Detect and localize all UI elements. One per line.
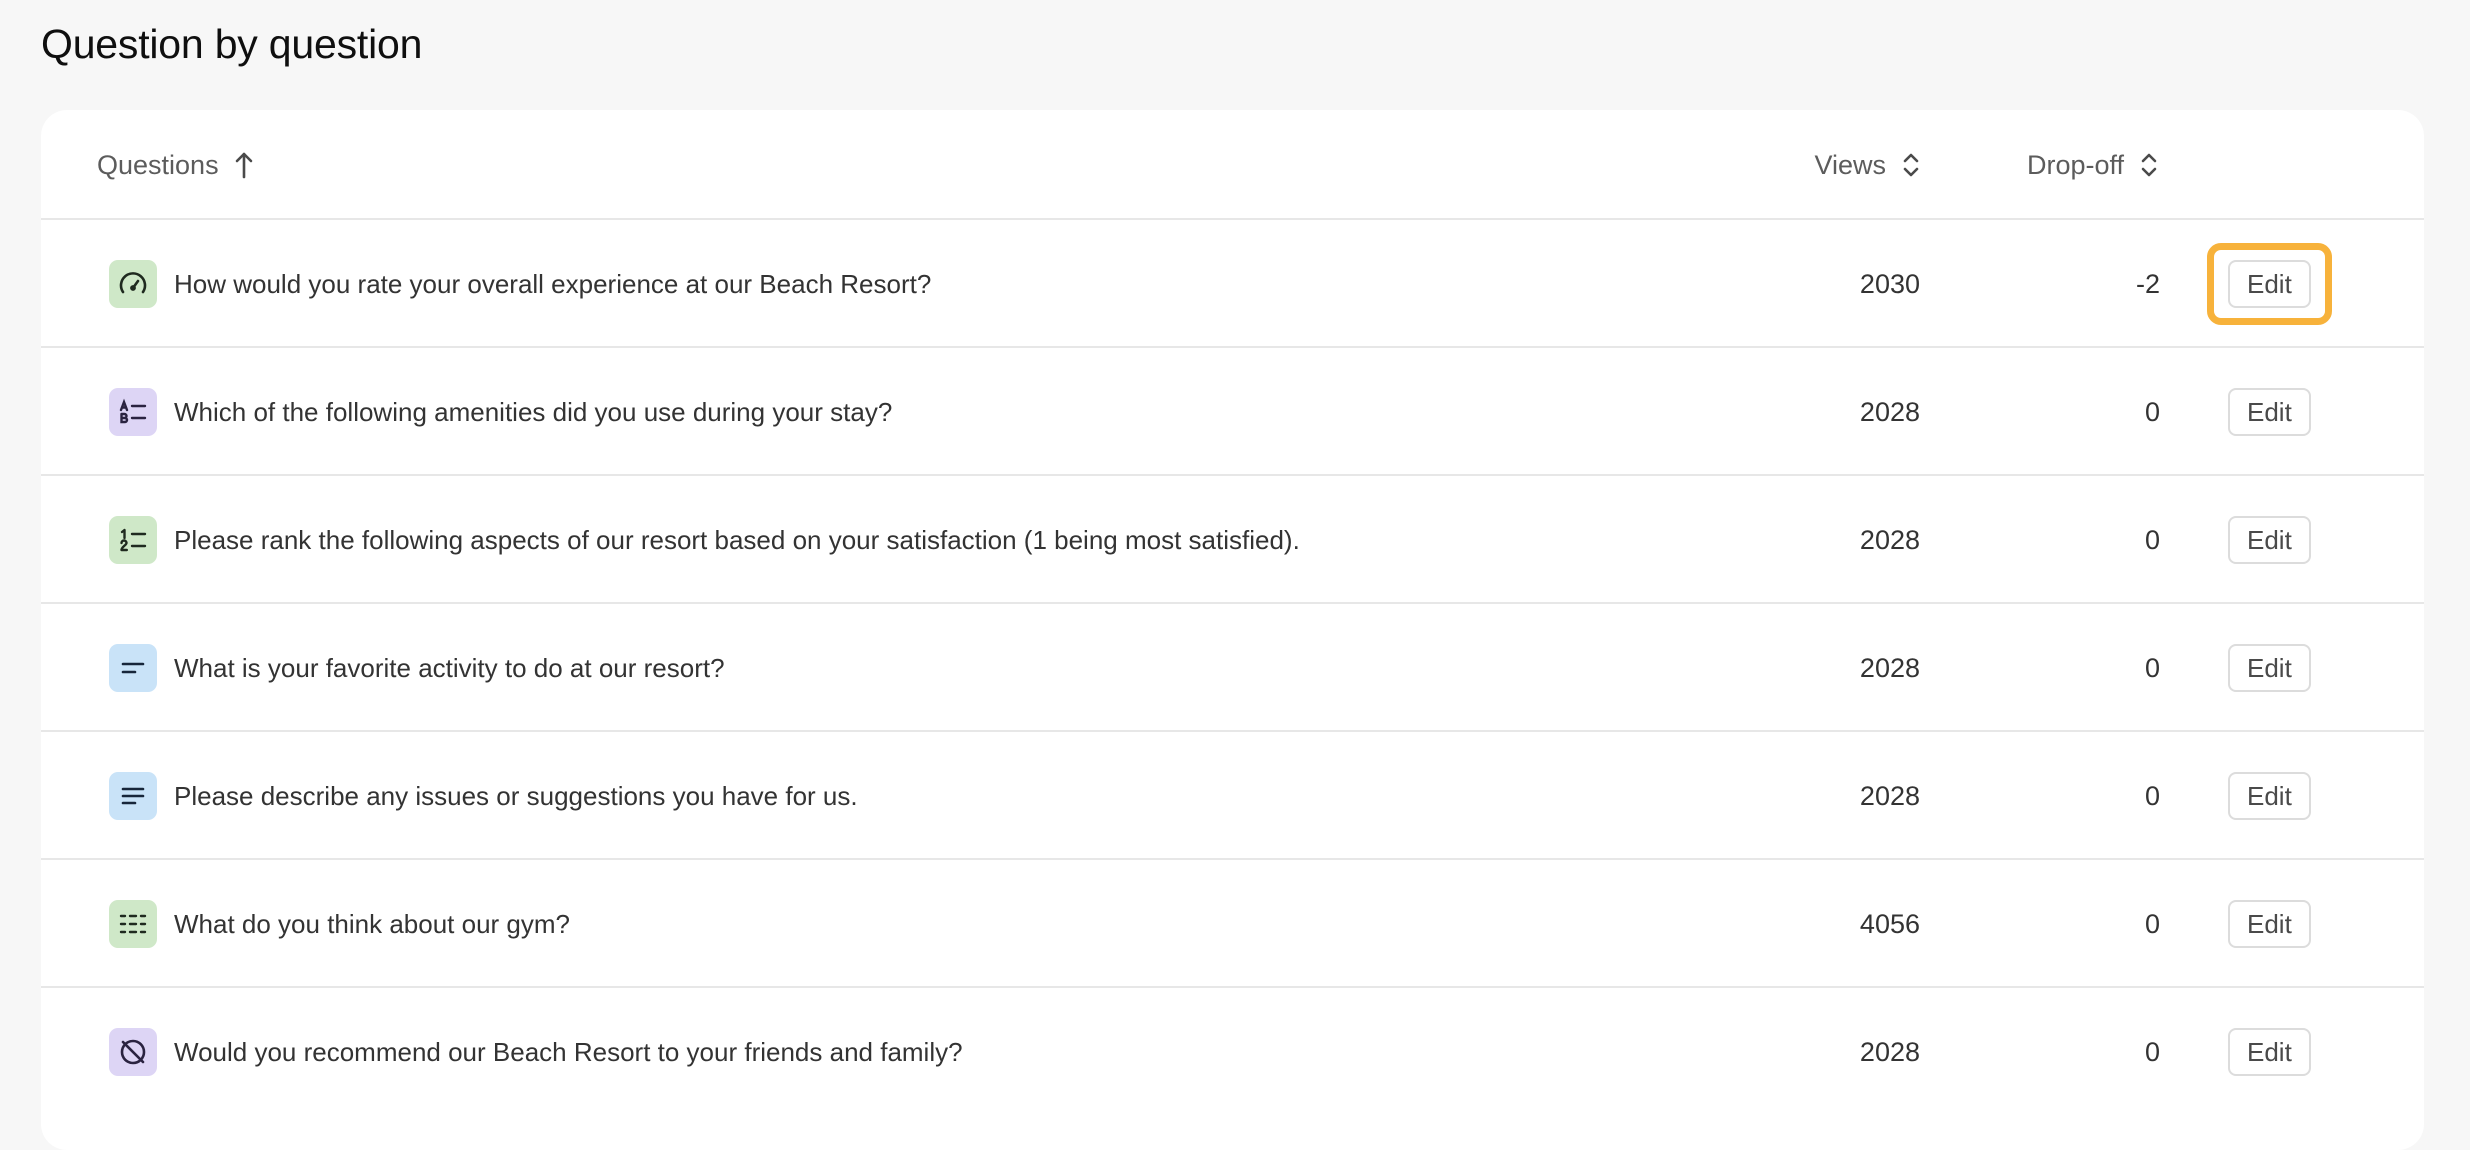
column-header-dropoff-label: Drop-off — [2026, 149, 2124, 180]
edit-cell: Edit — [2228, 860, 2311, 988]
dropoff-value: -2 — [2135, 268, 2160, 299]
dropoff-value: 0 — [2144, 396, 2160, 427]
edit-cell: Edit — [2228, 476, 2311, 604]
table-row[interactable]: Please describe any issues or suggestion… — [41, 732, 2424, 860]
edit-cell: Edit — [2228, 604, 2311, 732]
questions-table: Questions Views Drop-off How would you r… — [41, 110, 2424, 1150]
edit-button[interactable]: Edit — [2228, 388, 2311, 436]
edit-button[interactable]: Edit — [2228, 772, 2311, 820]
sort-toggle-icon — [2138, 150, 2160, 180]
page-title: Question by question — [41, 21, 423, 67]
table-row[interactable]: What is your favorite activity to do at … — [41, 604, 2424, 732]
dropoff-value: 0 — [2144, 652, 2160, 683]
edit-cell: Edit — [2228, 348, 2311, 476]
dropoff-value: 0 — [2144, 780, 2160, 811]
table-row[interactable]: How would you rate your overall experien… — [41, 220, 2424, 348]
edit-button[interactable]: Edit — [2228, 900, 2311, 948]
edit-cell: Edit — [2228, 732, 2311, 860]
table-row[interactable]: Would you recommend our Beach Resort to … — [41, 988, 2424, 1116]
table-header: Questions Views Drop-off — [41, 110, 2424, 220]
edit-button[interactable]: Edit — [2228, 516, 2311, 564]
edit-button[interactable]: Edit — [2228, 1028, 2311, 1076]
table-row[interactable]: Please rank the following aspects of our… — [41, 476, 2424, 604]
edit-button[interactable]: Edit — [2228, 260, 2311, 308]
edit-button[interactable]: Edit — [2228, 644, 2311, 692]
column-header-dropoff[interactable]: Drop-off — [41, 110, 2160, 220]
dropoff-value: 0 — [2144, 908, 2160, 939]
edit-cell: Edit — [2207, 220, 2332, 348]
dropoff-value: 0 — [2144, 1036, 2160, 1067]
dropoff-value: 0 — [2144, 524, 2160, 555]
table-row[interactable]: Which of the following amenities did you… — [41, 348, 2424, 476]
table-row[interactable]: What do you think about our gym? 4056 0 … — [41, 860, 2424, 988]
edit-cell: Edit — [2228, 988, 2311, 1116]
